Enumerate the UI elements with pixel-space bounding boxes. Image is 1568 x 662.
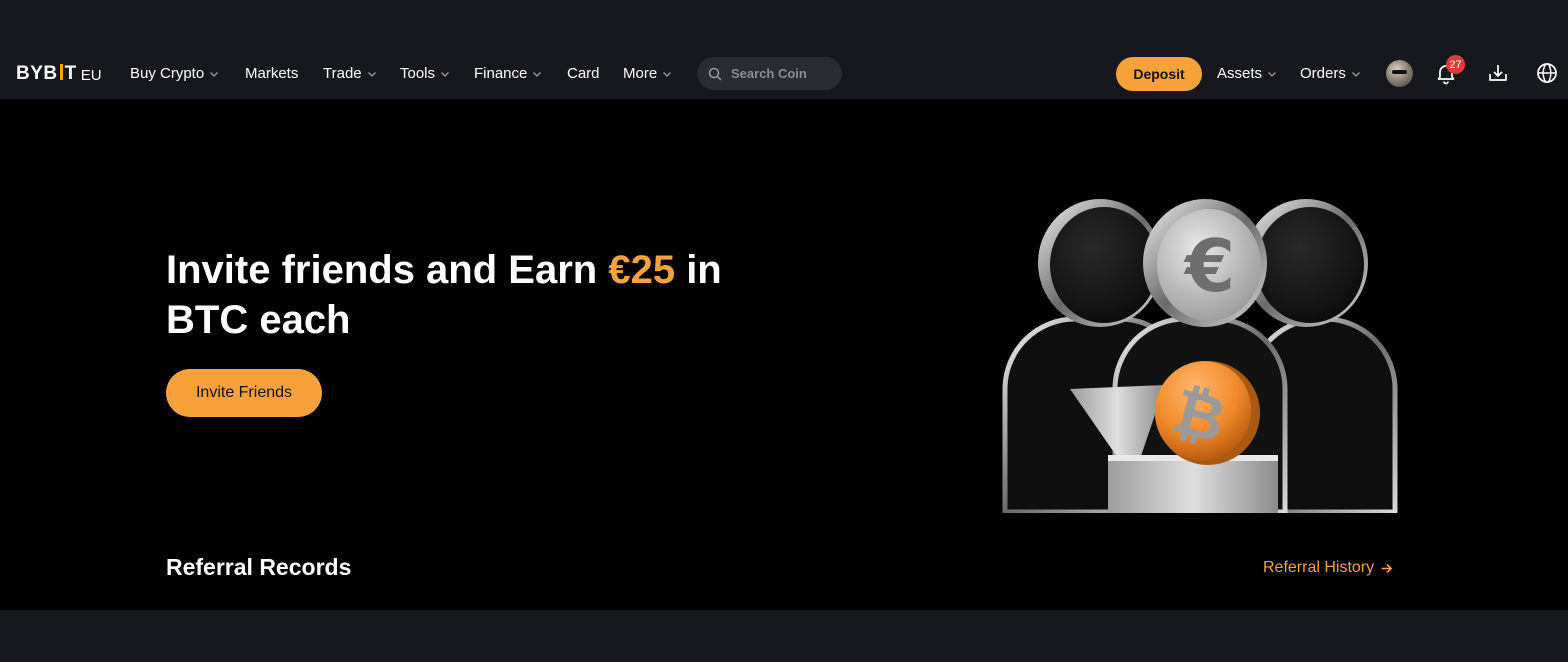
logo-text-end: T bbox=[64, 63, 77, 84]
search-icon bbox=[708, 67, 722, 80]
search-placeholder: Search Coin bbox=[731, 66, 807, 81]
download-icon[interactable] bbox=[1486, 61, 1510, 85]
avatar[interactable] bbox=[1386, 60, 1413, 87]
referral-records-title: Referral Records bbox=[166, 554, 352, 580]
reward-amount: €25 bbox=[608, 248, 676, 292]
deposit-button[interactable]: Deposit bbox=[1116, 57, 1202, 91]
nav-more[interactable]: More bbox=[623, 65, 672, 82]
nav-card[interactable]: Card bbox=[567, 65, 600, 82]
top-band bbox=[0, 0, 1568, 48]
logo-accent-bar bbox=[59, 64, 63, 80]
chevron-down-icon bbox=[1268, 71, 1276, 77]
top-navigation: BYB T EU Buy Crypto Markets Trade Tools F… bbox=[0, 48, 1568, 99]
hero-section: Invite friends and Earn €25 in BTC each … bbox=[0, 99, 1568, 610]
logo-text: BYB bbox=[16, 63, 58, 84]
chevron-down-icon bbox=[441, 71, 449, 77]
invite-friends-button[interactable]: Invite Friends bbox=[166, 369, 322, 417]
referral-history-link[interactable]: Referral History bbox=[1263, 559, 1393, 577]
hero-headline: Invite friends and Earn €25 in BTC each bbox=[166, 248, 722, 342]
nav-trade[interactable]: Trade bbox=[323, 65, 377, 82]
globe-icon[interactable] bbox=[1535, 61, 1559, 85]
notification-count-badge: 27 bbox=[1446, 55, 1465, 74]
chevron-down-icon bbox=[1351, 71, 1360, 77]
avatar-sunglasses bbox=[1392, 70, 1407, 74]
chevron-down-icon bbox=[210, 71, 219, 77]
bybit-logo[interactable]: BYB T EU bbox=[16, 63, 102, 85]
nav-orders[interactable]: Orders bbox=[1300, 65, 1361, 82]
chevron-down-icon bbox=[533, 71, 542, 77]
logo-region-suffix: EU bbox=[80, 67, 102, 84]
bottom-band bbox=[0, 610, 1568, 662]
chevron-down-icon bbox=[663, 71, 672, 77]
nav-markets[interactable]: Markets bbox=[245, 65, 298, 82]
arrow-right-icon bbox=[1381, 563, 1393, 573]
svg-text:€: € bbox=[1183, 224, 1235, 308]
nav-assets[interactable]: Assets bbox=[1217, 65, 1277, 82]
chevron-down-icon bbox=[367, 71, 376, 77]
referral-coins-illustration: € ₿ bbox=[1002, 199, 1398, 513]
search-input[interactable]: Search Coin bbox=[697, 57, 842, 90]
nav-tools[interactable]: Tools bbox=[400, 65, 450, 82]
nav-buy-crypto[interactable]: Buy Crypto bbox=[130, 65, 219, 82]
nav-finance[interactable]: Finance bbox=[474, 65, 542, 82]
